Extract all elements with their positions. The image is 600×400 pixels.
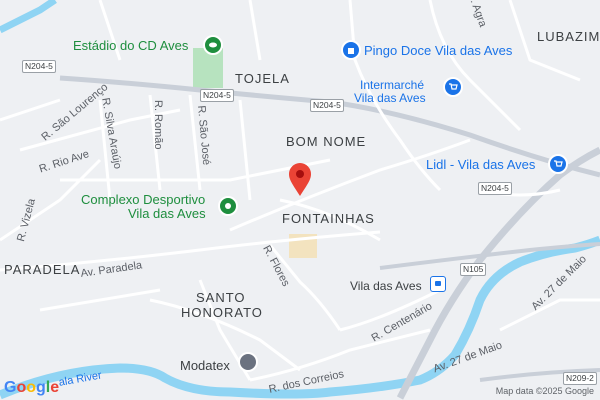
map-canvas[interactable]: TOJELA BOM NOME FONTAINHAS SANTO HONORAT… [0, 0, 600, 400]
poi-modatex[interactable]: Modatex [180, 359, 230, 372]
poi-station[interactable]: Vila das Aves [350, 280, 422, 292]
cart-icon[interactable] [548, 154, 568, 174]
google-logo: Google [4, 379, 60, 396]
train-icon[interactable] [430, 276, 446, 292]
area-tojela: TOJELA [235, 71, 290, 86]
area-santo-honorato-2: HONORATO [181, 305, 263, 320]
poi-intermarche-1[interactable]: Intermarché [360, 79, 424, 91]
poi-pingo-doce[interactable]: Pingo Doce Vila das Aves [364, 44, 512, 57]
complexo-label-2: Vila das Aves [128, 206, 206, 221]
building-icon[interactable] [238, 352, 258, 372]
area-santo-honorato-1: SANTO [196, 290, 246, 305]
poi-lidl[interactable]: Lidl - Vila das Aves [426, 158, 535, 171]
complexo-label-1: Complexo Desportivo [81, 192, 206, 207]
sports-icon[interactable] [218, 196, 238, 216]
poi-estadio[interactable]: Estádio do CD Aves [73, 39, 188, 52]
station-label: Vila das Aves [350, 279, 422, 293]
poi-complexo-1[interactable]: Complexo Desportivo [81, 193, 205, 206]
map-attribution: Map data ©2025 Google [495, 386, 594, 396]
shield-n204-a: N204-5 [22, 60, 56, 73]
lidl-label: Lidl - Vila das Aves [426, 157, 536, 172]
shield-n204-b: N204-5 [200, 89, 234, 102]
poi-intermarche-2[interactable]: Vila das Aves [354, 92, 426, 104]
stadium-icon[interactable] [203, 35, 223, 55]
intermarche-label-2: Vila das Aves [354, 91, 426, 105]
pingo-doce-label: Pingo Doce Vila das Aves [364, 43, 513, 58]
river-north [0, 0, 57, 34]
modatex-label: Modatex [180, 358, 230, 373]
location-marker-icon[interactable] [287, 163, 313, 197]
intermarche-label-1: Intermarché [360, 78, 425, 92]
area-paradela: PARADELA [4, 262, 81, 277]
shopping-bag-icon[interactable] [341, 40, 361, 60]
shield-n105: N105 [460, 263, 487, 276]
poi-complexo-2[interactable]: Vila das Aves [128, 207, 206, 220]
shield-n204-c: N204-5 [310, 99, 344, 112]
area-fontainhas: FONTAINHAS [282, 211, 375, 226]
estadio-label: Estádio do CD Aves [73, 38, 189, 53]
area-lubazim: LUBAZIM [537, 29, 600, 44]
street-r-romao: R. Romão [152, 100, 164, 150]
shield-n209: N209-2 [563, 372, 597, 385]
cart-icon[interactable] [443, 77, 463, 97]
shield-n204-d: N204-5 [478, 182, 512, 195]
area-bom-nome: BOM NOME [286, 134, 367, 149]
